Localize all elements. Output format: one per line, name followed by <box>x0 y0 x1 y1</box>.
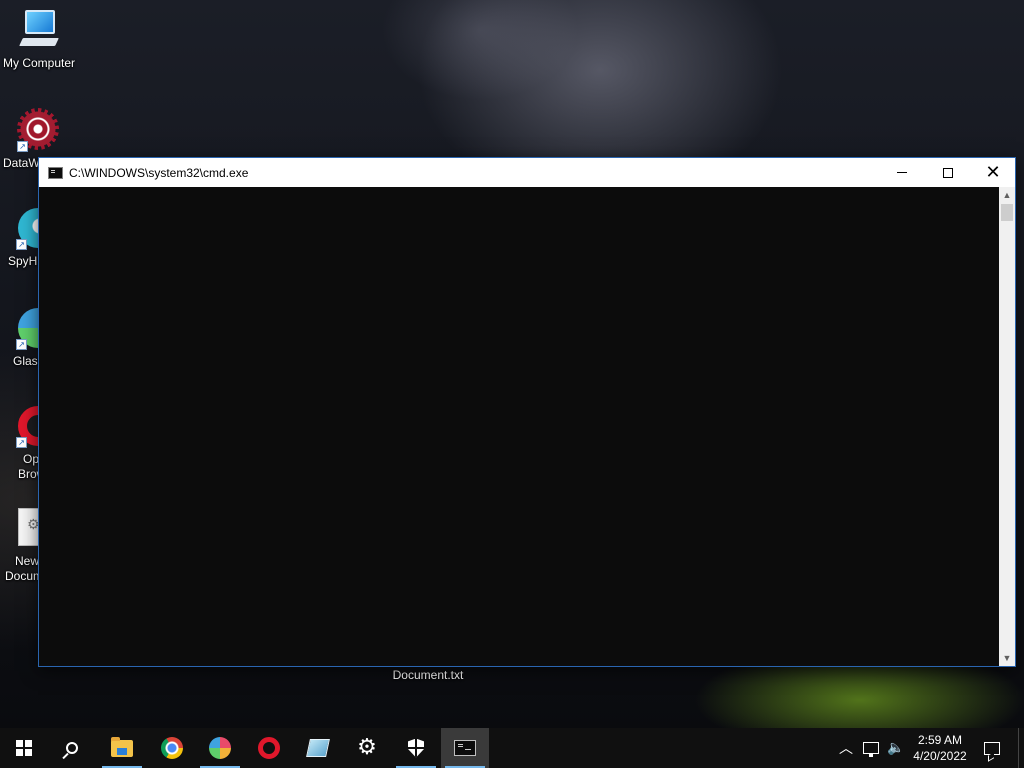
taskbar-glass-browser[interactable] <box>196 728 244 768</box>
chevron-up-icon: ︿ <box>839 740 853 756</box>
window-title: C:\WINDOWS\system32\cmd.exe <box>69 165 249 180</box>
search-icon <box>66 742 78 754</box>
gear-icon: ⚙ <box>357 735 377 760</box>
cmd-window: C:\WINDOWS\system32\cmd.exe ✕ ▲ ▼ <box>38 157 1016 667</box>
maximize-button[interactable] <box>925 158 971 187</box>
maximize-icon <box>943 167 953 178</box>
desktop-icon-document-txt[interactable]: Document.txt <box>378 668 478 682</box>
folder-icon <box>111 736 133 757</box>
clock-time: 2:59 AM <box>917 733 963 747</box>
opera-icon <box>258 737 280 759</box>
chrome-icon <box>161 737 183 759</box>
windows-logo-icon <box>16 740 32 756</box>
notification-icon <box>984 741 1000 755</box>
minimize-button[interactable] <box>879 158 925 187</box>
computer-icon <box>17 8 61 52</box>
taskbar-settings[interactable]: ⚙ <box>343 728 391 768</box>
clock[interactable]: 2:59 AM 4/20/2022 <box>908 728 972 768</box>
scroll-up-button[interactable]: ▲ <box>999 187 1015 203</box>
search-button[interactable] <box>48 728 96 768</box>
taskbar-opera[interactable] <box>245 728 293 768</box>
taskbar-chrome[interactable] <box>148 728 196 768</box>
cmd-icon <box>454 740 476 756</box>
desktop-icon-label: My Computer <box>2 56 76 70</box>
scroll-thumb[interactable] <box>1001 204 1013 221</box>
taskbar: ⚙ ︿ 🔈 2:59 AM 4/20/2022 <box>0 728 1024 768</box>
network-button[interactable] <box>858 728 884 768</box>
network-icon <box>863 742 879 757</box>
minimize-icon <box>897 172 907 173</box>
taskbar-security[interactable] <box>392 728 440 768</box>
console-output[interactable] <box>39 187 999 666</box>
show-desktop-button[interactable] <box>1018 728 1024 768</box>
volume-icon: 🔈 <box>887 740 905 756</box>
app-icon <box>306 739 330 757</box>
volume-button[interactable]: 🔈 <box>884 728 908 768</box>
cmd-icon <box>48 166 63 179</box>
taskbar-file-explorer[interactable] <box>98 728 146 768</box>
vertical-scrollbar[interactable]: ▲ ▼ <box>999 187 1015 666</box>
taskbar-command-prompt[interactable] <box>441 728 489 768</box>
datawrapper-icon: ↗ <box>15 108 59 152</box>
action-center-button[interactable] <box>978 728 1006 768</box>
shield-icon <box>408 738 424 758</box>
title-bar[interactable]: C:\WINDOWS\system32\cmd.exe ✕ <box>39 158 1015 187</box>
show-hidden-icons-button[interactable]: ︿ <box>836 728 856 768</box>
close-button[interactable]: ✕ <box>970 158 1016 187</box>
taskbar-app[interactable] <box>294 728 342 768</box>
desktop-icon-my-computer[interactable]: My Computer <box>0 8 78 71</box>
scroll-down-button[interactable]: ▼ <box>999 650 1015 666</box>
close-icon: ✕ <box>985 161 1001 183</box>
glass-icon <box>209 737 231 759</box>
clock-date: 4/20/2022 <box>913 749 967 763</box>
start-button[interactable] <box>0 728 48 768</box>
